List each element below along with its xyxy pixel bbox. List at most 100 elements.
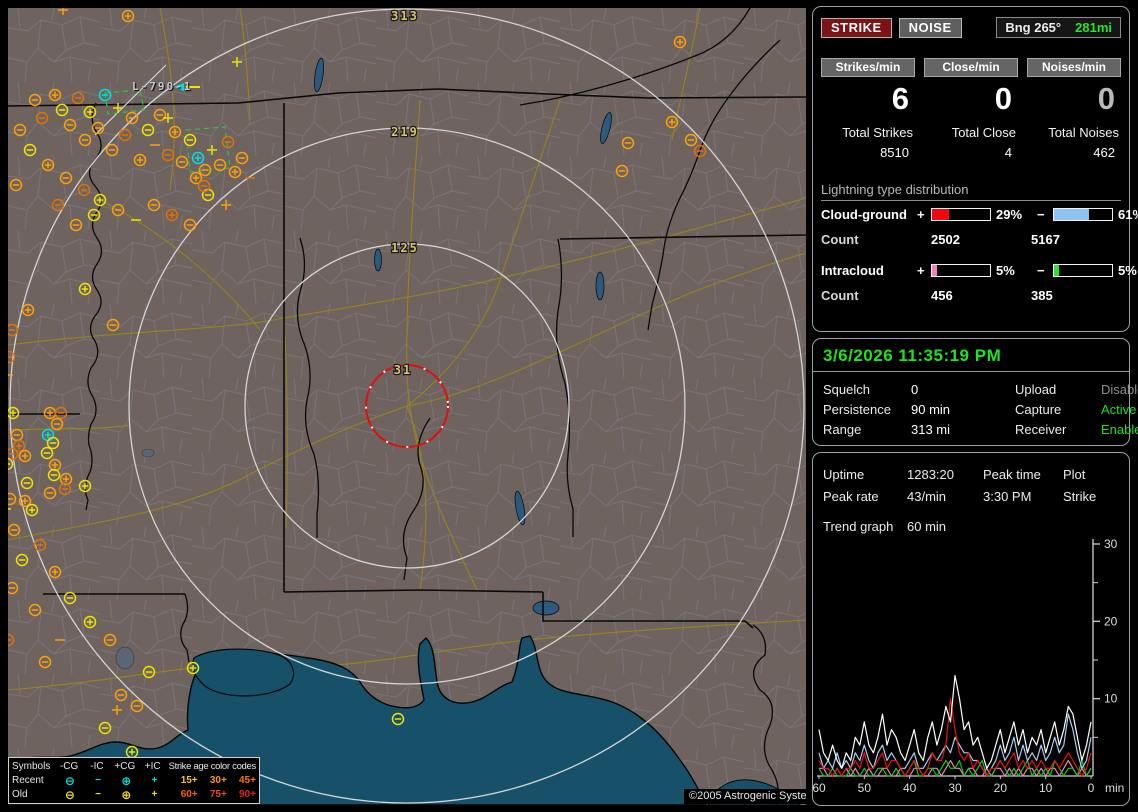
total-strikes-value: 8510 <box>880 145 909 160</box>
old-ic-pos-icon: + <box>151 789 158 800</box>
trend-graph-row: Trend graph 60 min <box>813 515 1129 537</box>
bearing-readout: Bng 265° 281mi <box>996 17 1121 38</box>
squelch-label: Squelch <box>823 381 870 397</box>
bearing-range-value: 281mi <box>1075 20 1112 35</box>
old-ic-neg-icon: − <box>95 789 101 800</box>
map-legend: Symbols -CG -IC +CG +IC Strike age color… <box>8 757 260 804</box>
svg-text:min: min <box>1105 781 1124 795</box>
recent-cg-neg-icon: ⊖ <box>64 774 75 788</box>
legend-col-cg-neg: -CG <box>59 761 79 772</box>
trend-graph-span-value: 60 min <box>907 518 947 534</box>
ic-neg-count: 385 <box>1031 287 1053 303</box>
total-close-value: 4 <box>1004 145 1012 160</box>
legend-row-recent: Recent <box>12 775 44 786</box>
noises-per-min-value: 0 <box>1097 81 1115 116</box>
cg-pos-sign: + <box>917 206 925 222</box>
copyright-text: ©2005 Astrogenic Systems <box>684 789 806 804</box>
close-per-min-chip[interactable]: Close/min <box>924 58 1018 77</box>
ic-pos-sign: + <box>917 262 925 278</box>
legend-col-ic-neg: -IC <box>90 761 104 772</box>
ic-neg-sign: − <box>1037 262 1045 278</box>
age-label-60: 60+ <box>180 789 198 800</box>
capture-value: Active <box>1101 401 1137 417</box>
cloud-ground-count-row: Count 2502 5167 <box>813 227 1129 251</box>
cg-neg-count: 5167 <box>1031 231 1060 247</box>
status-row: Persistence 90 min Capture Active <box>813 399 1136 419</box>
status-row: Range 313 mi Receiver Enabled <box>813 419 1138 439</box>
recent-ic-neg-icon: − <box>95 775 101 786</box>
ic-neg-pct: 5% <box>1118 262 1137 278</box>
peak-rate-label: Peak rate <box>823 488 879 504</box>
squelch-value: 0 <box>911 381 919 397</box>
range-label: Range <box>823 421 862 437</box>
svg-text:20: 20 <box>1104 614 1118 628</box>
legend-age-header: Strike age color codes <box>168 761 257 772</box>
close-per-min-value: 0 <box>994 81 1012 116</box>
map-canvas[interactable]: 313 219 125 31 L-790-1 Symbols -CG -IC +… <box>8 8 806 805</box>
age-label-75: 75+ <box>209 789 227 800</box>
age-label-30: 30+ <box>209 775 227 786</box>
old-cg-neg-icon: ⊖ <box>64 788 75 802</box>
strike-mode-button[interactable]: STRIKE <box>821 17 892 38</box>
cg-neg-bar <box>1053 207 1113 221</box>
svg-text:10: 10 <box>1039 781 1053 795</box>
uptime-value: 1283:20 <box>907 466 954 482</box>
plot-label: Plot <box>1063 466 1086 482</box>
noises-per-min-chip[interactable]: Noises/min <box>1027 58 1121 77</box>
status-row: Squelch 0 Upload Disabled <box>813 379 1138 399</box>
upload-value: Disabled <box>1101 381 1138 397</box>
map-graphics: 313 219 125 31 <box>8 8 806 805</box>
peak-rate-value: 43/min <box>907 488 947 504</box>
intracloud-count-row: Count 456 385 <box>813 283 1129 307</box>
legend-col-ic-pos: +IC <box>144 761 161 772</box>
status-panel: 3/6/2026 11:35:19 PM Squelch 0 Upload Di… <box>812 338 1138 446</box>
receiver-value: Enabled <box>1101 421 1138 437</box>
storm-cell-label: L-790-1 <box>132 80 193 93</box>
legend-row-old: Old <box>12 789 28 800</box>
cg-pos-bar <box>931 207 991 221</box>
strikes-per-min-chip[interactable]: Strikes/min <box>821 58 915 77</box>
svg-text:30: 30 <box>948 781 962 795</box>
age-label-45: 45+ <box>239 775 256 786</box>
age-label-15: 15+ <box>180 775 198 786</box>
noise-mode-button[interactable]: NOISE <box>898 17 962 38</box>
ring-label-313: 313 <box>391 9 419 23</box>
capture-label: Capture <box>1015 401 1062 417</box>
trend-series-Total strikes <box>818 674 1092 769</box>
datetime-display: 3/6/2026 11:35:19 PM <box>813 339 1129 372</box>
total-strikes-label: Total Strikes <box>842 125 913 140</box>
strikes-per-min-value: 6 <box>891 81 909 116</box>
ic-pos-count: 456 <box>931 287 953 303</box>
total-noises-label: Total Noises <box>1048 125 1119 140</box>
trend-panel: Uptime 1283:20 Peak time Plot Peak rate … <box>812 452 1130 806</box>
old-cg-pos-icon: ⊕ <box>121 788 132 802</box>
cg-pos-count: 2502 <box>931 231 960 247</box>
peak-time-value: 3:30 PM <box>983 488 1032 504</box>
age-label-90: 90+ <box>239 789 256 800</box>
peak-time-label: Peak time <box>983 466 1041 482</box>
cloud-ground-row: Cloud-ground + 29% − 61% <box>813 201 1138 227</box>
cloud-ground-label: Cloud-ground <box>821 206 907 222</box>
uptime-row: Uptime 1283:20 Peak time Plot <box>813 463 1129 485</box>
peak-rate-row: Peak rate 43/min 3:30 PM Strike <box>813 485 1129 507</box>
bearing-value: Bng 265° <box>1005 20 1062 35</box>
recent-ic-pos-icon: + <box>151 775 158 786</box>
counts-panel: STRIKE NOISE Bng 265° 281mi Strikes/min 6… <box>812 6 1138 332</box>
ring-label-219: 219 <box>391 125 419 139</box>
upload-label: Upload <box>1015 381 1057 397</box>
svg-text:50: 50 <box>858 781 872 795</box>
cg-neg-sign: − <box>1037 206 1045 222</box>
uptime-label: Uptime <box>823 466 865 482</box>
total-noises-value: 462 <box>1093 145 1115 160</box>
intracloud-label: Intracloud <box>821 262 884 278</box>
ic-pos-pct: 5% <box>996 262 1015 278</box>
ring-label-125: 125 <box>391 241 419 255</box>
ic-neg-bar <box>1053 263 1113 277</box>
strikes-column: Strikes/min 6 Total Strikes 8510 <box>821 58 915 160</box>
recent-cg-pos-icon: ⊕ <box>121 774 132 788</box>
cg-neg-pct: 61% <box>1118 206 1138 222</box>
trend-graph: 10 20 30 60 50 40 30 20 10 0 min <box>813 537 1124 795</box>
trend-series-lines <box>818 674 1092 777</box>
ic-count-label: Count <box>821 287 859 303</box>
ic-pos-bar <box>931 263 991 277</box>
